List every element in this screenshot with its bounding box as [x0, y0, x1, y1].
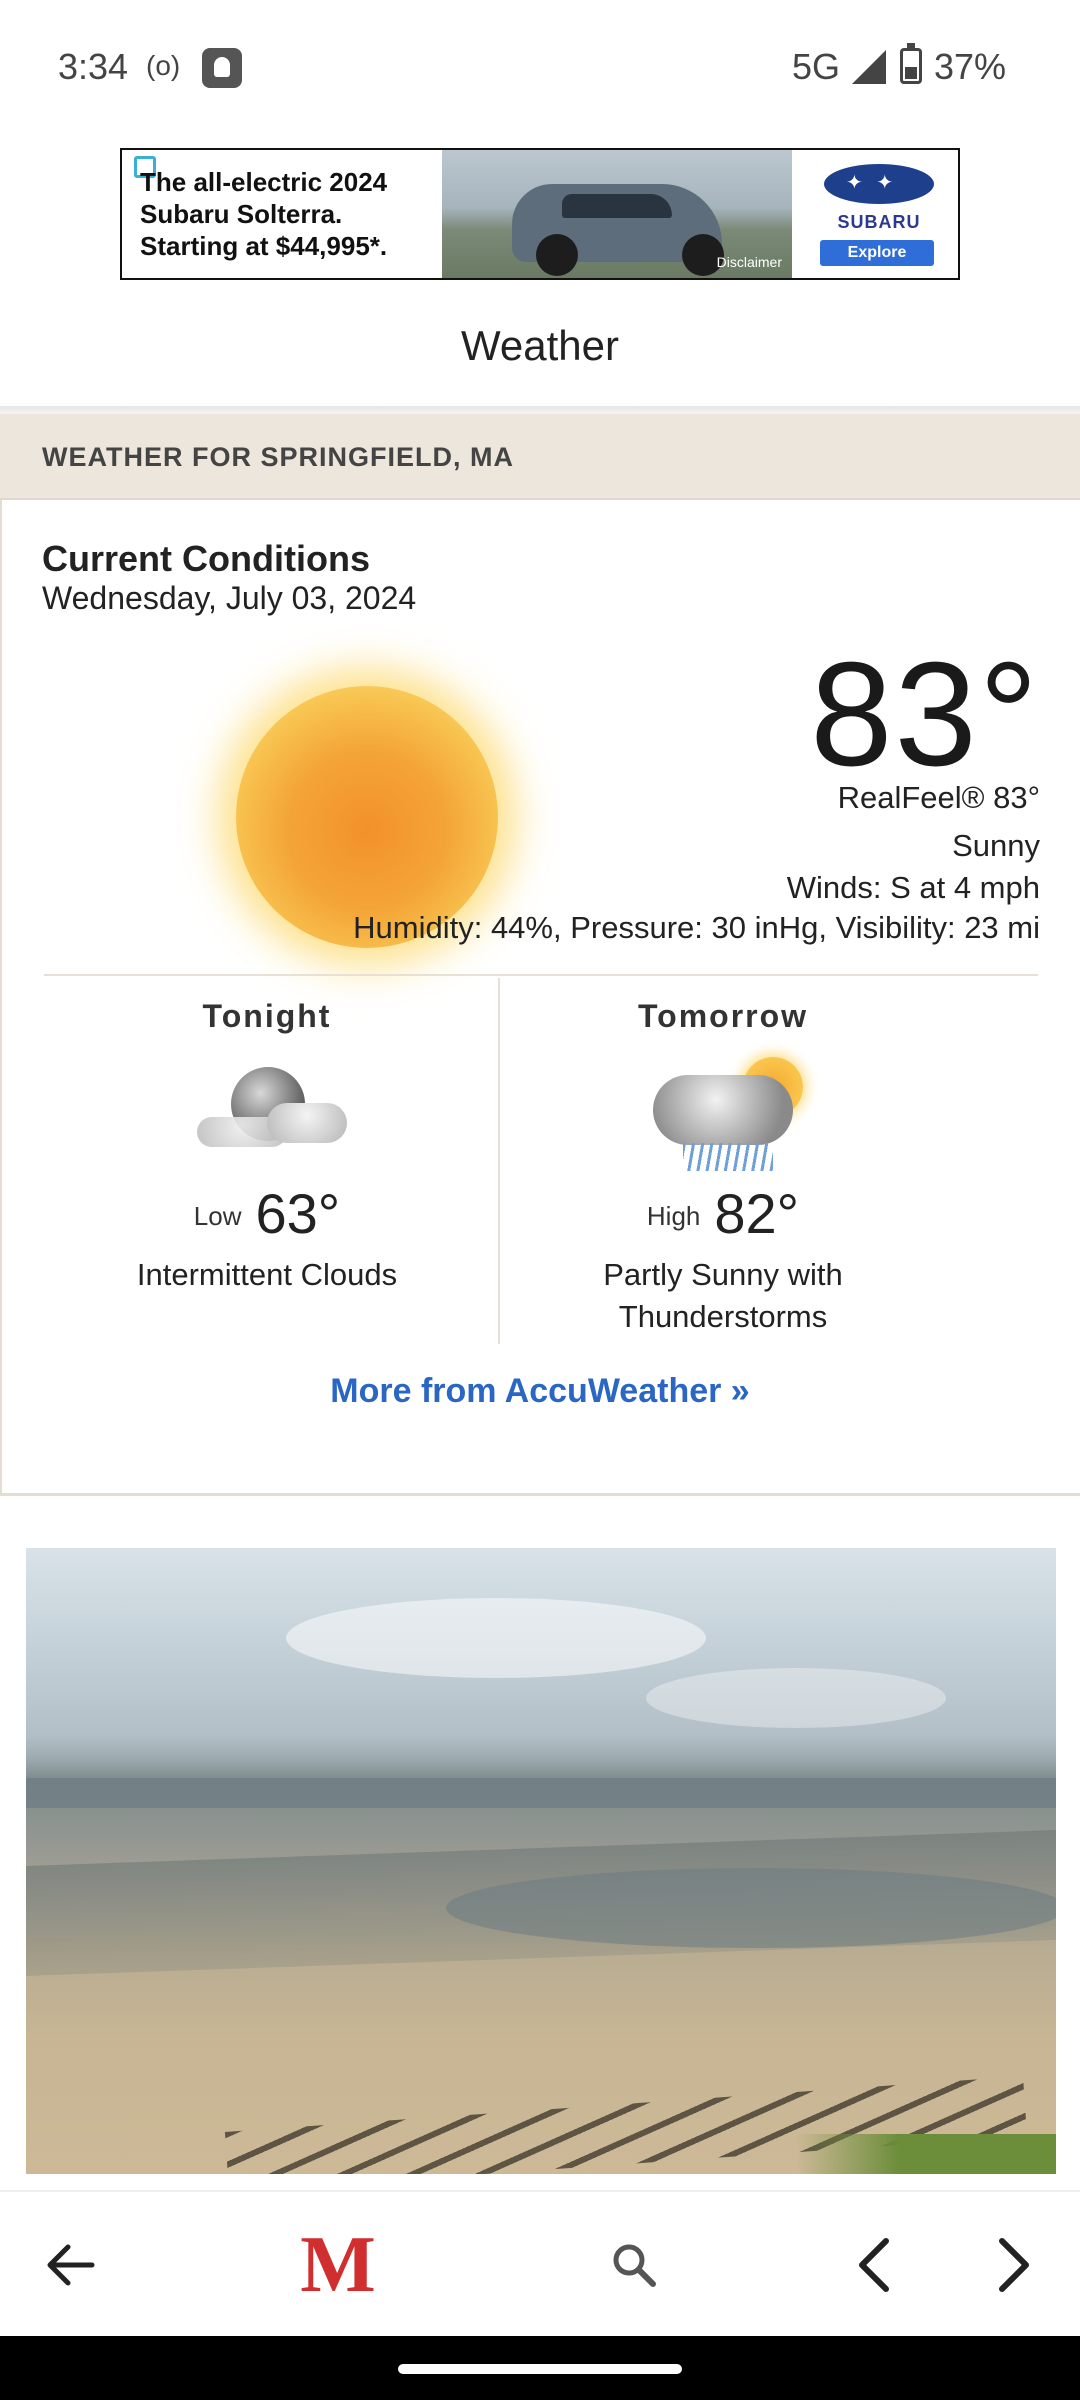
- ad-line: Subaru Solterra.: [140, 199, 343, 229]
- sun-cloud-storm-icon: [643, 1047, 803, 1171]
- photo-tidal-channel: [446, 1868, 1056, 1948]
- next-article-button[interactable]: [954, 2192, 1074, 2338]
- ad-banner[interactable]: The all-electric 2024 Subaru Solterra. S…: [120, 148, 960, 280]
- tomorrow-prefix: High: [646, 1201, 701, 1231]
- signal-icon: [852, 50, 886, 84]
- photo-cloud: [286, 1598, 706, 1678]
- photo-sea: [26, 1778, 1056, 1808]
- tonight-prefix: Low: [193, 1201, 242, 1231]
- battery-icon: [900, 43, 922, 84]
- bottom-nav: M: [0, 2190, 1080, 2336]
- ad-line: Starting at $44,995*.: [140, 231, 388, 261]
- realfeel: RealFeel® 83°: [837, 780, 1040, 815]
- cloud-shape: [267, 1103, 347, 1143]
- home-gesture-handle[interactable]: [398, 2364, 682, 2374]
- forecast-tonight: Tonight Low 63° Intermittent Clouds: [42, 998, 492, 1296]
- notification-app-icon: [202, 48, 242, 88]
- winds: Winds: S at 4 mph: [786, 870, 1040, 905]
- ad-disclaimer[interactable]: Disclaimer: [717, 254, 782, 270]
- rain-shape: [683, 1143, 773, 1171]
- tonight-label: Tonight: [202, 998, 332, 1034]
- forecast-tomorrow: Tomorrow High 82° Partly Sunny with Thund…: [498, 998, 948, 1338]
- weather-details: Humidity: 44%, Pressure: 30 inHg, Visibi…: [353, 910, 1040, 945]
- ad-car-image: Disclaimer: [442, 150, 792, 278]
- more-accuweather-link[interactable]: More from AccuWeather »: [0, 1372, 1080, 1411]
- forecast-divider: [44, 974, 1038, 976]
- tomorrow-temp-value: 82°: [714, 1182, 800, 1245]
- ad-line: The all-electric 2024: [140, 167, 388, 197]
- tonight-temp-value: 63°: [255, 1182, 341, 1245]
- radio-icon: (o): [146, 50, 181, 81]
- gesture-bar: [0, 2336, 1080, 2400]
- status-time: 3:34: [58, 46, 129, 87]
- weather-header: WEATHER FOR SPRINGFIELD, MA: [0, 414, 1080, 500]
- current-conditions-title: Current Conditions: [42, 538, 370, 579]
- moon-cloud-icon: [187, 1047, 347, 1171]
- home-button[interactable]: M: [278, 2192, 398, 2338]
- ad-text: The all-electric 2024 Subaru Solterra. S…: [140, 166, 440, 262]
- chevron-left-icon: [859, 2238, 889, 2292]
- subaru-logo-icon: [824, 164, 934, 204]
- cloud-shape: [653, 1075, 793, 1145]
- chevron-right-icon: [999, 2238, 1029, 2292]
- search-button[interactable]: [574, 2192, 694, 2338]
- previous-article-button[interactable]: [814, 2192, 934, 2338]
- ad-brand: SUBARU: [837, 212, 921, 232]
- beach-photo[interactable]: [26, 1548, 1056, 2174]
- title-divider: [0, 406, 1080, 414]
- tonight-description: Intermittent Clouds: [136, 1257, 398, 1292]
- current-date: Wednesday, July 03, 2024: [42, 580, 417, 616]
- tomorrow-description: Partly Sunny with Thunderstorms: [603, 1257, 843, 1334]
- battery-level: 37%: [934, 46, 1007, 87]
- tonight-temperature: Low 63°: [42, 1181, 492, 1246]
- car-wheel: [536, 234, 578, 276]
- search-icon: [613, 2244, 656, 2287]
- back-arrow-icon: [47, 2244, 95, 2286]
- ad-explore-button[interactable]: Explore: [820, 240, 934, 266]
- sun-icon: [236, 686, 498, 948]
- current-condition: Sunny: [952, 828, 1040, 863]
- back-button[interactable]: [10, 2192, 130, 2338]
- weather-location: WEATHER FOR SPRINGFIELD, MA: [42, 442, 514, 472]
- photo-cloud: [646, 1668, 946, 1728]
- status-bar: 3:34 (o) 5G 37%: [0, 0, 1080, 136]
- photo-grass: [796, 2134, 1056, 2174]
- network-type: 5G: [792, 46, 841, 87]
- tomorrow-label: Tomorrow: [637, 998, 809, 1034]
- tomorrow-temperature: High 82°: [498, 1181, 948, 1246]
- page-title: Weather: [461, 322, 619, 369]
- masslive-logo: M: [300, 2220, 376, 2309]
- current-temperature: 83°: [810, 632, 1040, 797]
